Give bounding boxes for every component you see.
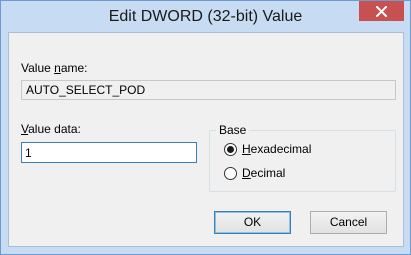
close-button[interactable]: [359, 1, 404, 21]
radio-selected-dot: [227, 145, 234, 153]
cancel-button[interactable]: Cancel: [310, 211, 387, 234]
dialog-window: Edit DWORD (32-bit) Value Value name: AU…: [0, 0, 411, 255]
title-bar[interactable]: Edit DWORD (32-bit) Value: [1, 1, 410, 32]
radio-hexadecimal-button[interactable]: [224, 142, 237, 156]
base-group-label: Base: [216, 123, 250, 137]
radio-decimal-label[interactable]: Decimal: [242, 166, 285, 180]
radio-decimal-button[interactable]: [224, 166, 237, 180]
close-icon: [376, 5, 387, 17]
value-name-field: AUTO_SELECT_POD: [21, 80, 396, 100]
value-data-label: Value data:: [21, 122, 81, 136]
radio-decimal[interactable]: Decimal: [224, 165, 285, 181]
radio-hexadecimal[interactable]: Hexadecimal: [224, 141, 311, 157]
value-name-label: Value name:: [21, 61, 88, 75]
value-data-input[interactable]: [21, 142, 197, 163]
dialog-body: Value name: AUTO_SELECT_POD Value data: …: [8, 32, 404, 247]
window-title: Edit DWORD (32-bit) Value: [108, 8, 303, 25]
radio-hexadecimal-label[interactable]: Hexadecimal: [242, 142, 311, 156]
ok-button[interactable]: OK: [214, 211, 291, 234]
base-group: [209, 130, 396, 192]
